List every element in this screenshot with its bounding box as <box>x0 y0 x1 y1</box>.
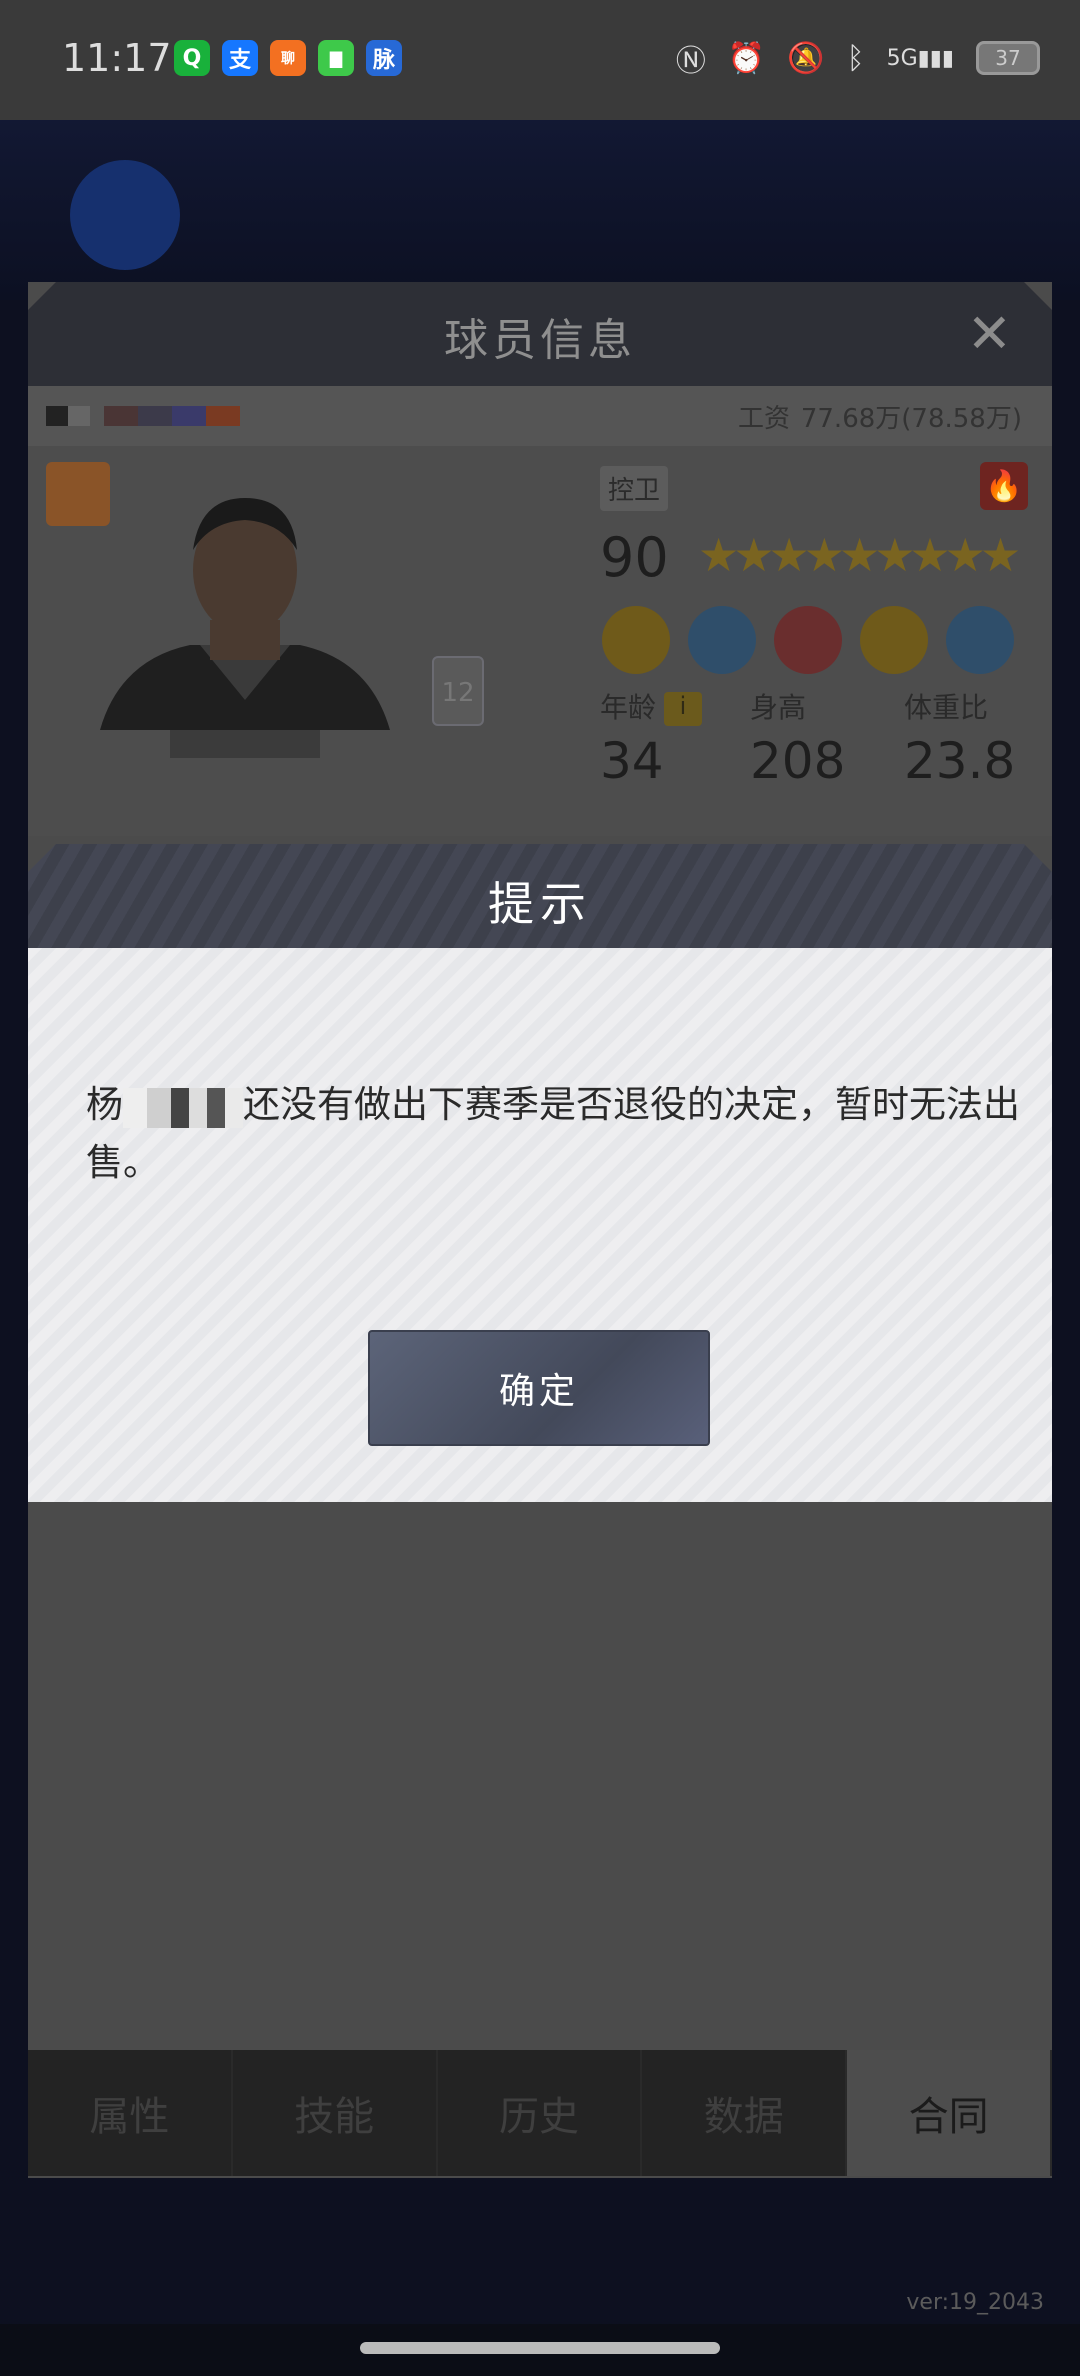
nfc-icon: Ⓝ <box>675 44 706 79</box>
bluetooth-icon: ᛒ <box>846 40 865 76</box>
alipay-icon: 支 <box>222 40 258 76</box>
clock: 11:17 <box>62 36 172 80</box>
player-summary: 12 控卫 🔥 90 ★★★★★★★★★ 年龄 i 34 身高 208 体重比 2… <box>28 446 1052 836</box>
confirm-button[interactable]: 确定 <box>368 1330 710 1446</box>
notice-dialog: 提示 杨还没有做出下赛季是否退役的决定，暂时无法出售。 确定 <box>28 844 1052 1502</box>
dialog-body: 杨还没有做出下赛季是否退役的决定，暂时无法出售。 确定 <box>28 948 1052 1502</box>
weight-ratio-stat: 体重比 23.8 <box>904 686 1015 790</box>
maimai-icon: 脉 <box>366 40 402 76</box>
skill-badge-icon[interactable] <box>946 606 1014 674</box>
tab-contract[interactable]: 合同 <box>847 2050 1052 2176</box>
panel-header: 球员信息 ✕ <box>28 282 1052 386</box>
chat-app-icon: 聊 <box>270 40 306 76</box>
tab-skills[interactable]: 技能 <box>233 2050 438 2176</box>
notification-icons: Q 支 聊 ▇ 脉 <box>174 40 402 76</box>
battery-icon: 37 <box>976 41 1040 75</box>
overall-rating: 90 <box>600 526 669 589</box>
height-stat: 身高 208 <box>750 686 845 790</box>
close-icon[interactable]: ✕ <box>967 302 1012 365</box>
version-label: ver:19_2043 <box>906 2290 1044 2315</box>
age-stat: 年龄 i 34 <box>600 686 703 790</box>
player-portrait <box>100 498 390 758</box>
panel-tab-bar: 属性 技能 历史 数据 合同 <box>28 2050 1052 2176</box>
age-value: 34 <box>600 732 664 790</box>
qq-icon: Q <box>174 40 210 76</box>
alarm-icon: ⏰ <box>727 40 766 76</box>
tab-history[interactable]: 历史 <box>438 2050 643 2176</box>
status-bar: 11:17 Q 支 聊 ▇ 脉 Ⓝ ⏰ 🔕 ᛒ 5G▮▮▮ 37 <box>0 0 1080 120</box>
dialog-header: 提示 <box>28 844 1052 948</box>
tab-data[interactable]: 数据 <box>642 2050 848 2176</box>
info-icon[interactable]: i <box>664 692 703 726</box>
jersey-number-icon: 12 <box>432 656 484 726</box>
height-value: 208 <box>750 732 846 790</box>
dialog-message: 杨还没有做出下赛季是否退役的决定，暂时无法出售。 <box>86 1076 1026 1192</box>
game-top-bar <box>0 120 1080 300</box>
weight-ratio-label: 体重比 <box>904 691 989 724</box>
dialog-title: 提示 <box>488 877 592 931</box>
redacted-name <box>123 1087 243 1128</box>
salary-label: 工资 <box>737 404 790 434</box>
skill-badge-icon[interactable] <box>860 606 928 674</box>
gesture-nav-handle[interactable] <box>360 2342 720 2354</box>
message-prefix: 杨 <box>86 1083 123 1126</box>
panel-title: 球员信息 <box>444 315 636 366</box>
mute-icon: 🔕 <box>787 40 825 76</box>
tab-attributes[interactable]: 属性 <box>28 2050 233 2176</box>
redacted-name-block <box>46 406 90 426</box>
skill-badge-icon[interactable] <box>688 606 756 674</box>
battery-level: 37 <box>995 46 1021 70</box>
redacted-team-block <box>104 406 240 426</box>
weight-ratio-value: 23.8 <box>904 732 1016 790</box>
height-label: 身高 <box>750 691 807 724</box>
skill-badge-icon[interactable] <box>774 606 842 674</box>
star-rating: ★★★★★★★★★ <box>698 528 1021 582</box>
fire-icon[interactable]: 🔥 <box>980 462 1028 510</box>
team-logo-icon <box>70 160 180 270</box>
badge-row <box>602 606 1014 674</box>
message-icon: ▇ <box>318 40 354 76</box>
salary-value: 77.68万(78.58万) <box>800 404 1022 434</box>
position-tag: 控卫 <box>600 466 669 511</box>
signal-5g-icon: 5G▮▮▮ <box>886 45 954 71</box>
age-label: 年龄 <box>600 691 657 724</box>
skill-badge-icon[interactable] <box>602 606 670 674</box>
system-icons: Ⓝ ⏰ 🔕 ᛒ 5G▮▮▮ 37 <box>676 36 1040 80</box>
salary-row: 工资 77.68万(78.58万) <box>28 386 1052 446</box>
